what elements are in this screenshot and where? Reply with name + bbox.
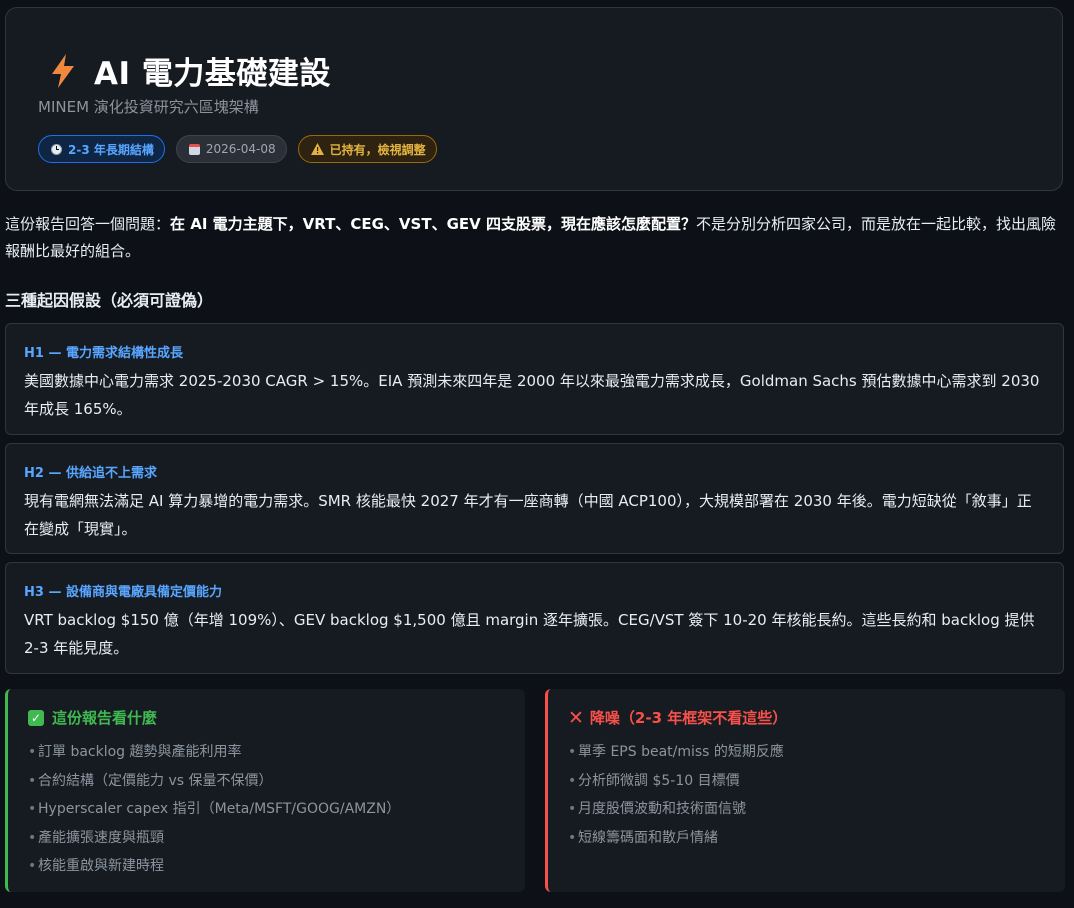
list-item: 訂單 backlog 趨勢與產能利用率 [28,738,505,767]
watch-list-title: ✓ 這份報告看什麼 [28,707,505,728]
list-item: 核能重啟與新建時程 [28,852,505,881]
status-badge: 已持有，檢視調整 [297,135,437,163]
hypothesis-label: H2 — 供給追不上需求 [24,466,157,481]
list-item: 合約結構（定價能力 vs 保量不保價） [28,767,505,796]
hypothesis-card-h2: H2 — 供給追不上需求 現有電網無法滿足 AI 算力暴增的電力需求。SMR 核… [5,443,1064,554]
watch-list-box: ✓ 這份報告看什麼 訂單 backlog 趨勢與產能利用率 合約結構（定價能力 … [5,689,525,892]
warning-icon [310,143,324,155]
page-subtitle: MINEM 演化投資研究六區塊架構 [38,98,259,116]
date-badge: 2026-04-08 [175,135,287,163]
check-box-icon: ✓ [28,709,44,726]
noise-filter-box: ✕ 降噪（2-3 年框架不看這些） 單季 EPS beat/miss 的短期反應… [545,689,1065,892]
noise-filter-title-label: 降噪（2-3 年框架不看這些） [589,709,788,727]
badge-row: 2-3 年長期結構 2026-04-08 已持有，檢視調整 [38,135,437,163]
report-header: AI 電力基礎建設 MINEM 演化投資研究六區塊架構 2-3 年長期結構 20… [5,7,1063,191]
watch-list: 訂單 backlog 趨勢與產能利用率 合約結構（定價能力 vs 保量不保價） … [28,738,505,881]
intro-question: 在 AI 電力主題下，VRT、CEG、VST、GEV 四支股票，現在應該怎麼配置… [170,215,696,233]
clock-icon [51,143,62,155]
hypothesis-label: H3 — 設備商與電廠具備定價能力 [24,585,222,600]
report-page: AI 電力基礎建設 MINEM 演化投資研究六區塊架構 2-3 年長期結構 20… [0,0,1074,908]
page-title: AI 電力基礎建設 [94,56,331,92]
status-badge-label: 已持有，檢視調整 [329,142,426,157]
horizon-badge-label: 2-3 年長期結構 [68,142,154,157]
hypothesis-label: H1 — 電力需求結構性成長 [24,346,183,361]
noise-list: 單季 EPS beat/miss 的短期反應 分析師微調 $5-10 目標價 月… [568,738,1045,852]
hypothesis-body: 現有電網無法滿足 AI 算力暴增的電力需求。SMR 核能最快 2027 年才有一… [24,492,1032,538]
calendar-icon [188,143,200,155]
intro-lead: 這份報告回答一個問題： [5,215,171,233]
hypotheses-heading: 三種起因假設（必須可證偽） [5,291,214,310]
horizon-badge: 2-3 年長期結構 [38,135,165,163]
list-item: Hyperscaler capex 指引（Meta/MSFT/GOOG/AMZN… [28,795,505,824]
title-row: AI 電力基礎建設 [50,48,331,93]
date-badge-label: 2026-04-08 [205,142,276,156]
list-item: 分析師微調 $5-10 目標價 [568,767,1045,796]
list-item: 單季 EPS beat/miss 的短期反應 [568,738,1045,767]
hypothesis-body: VRT backlog $150 億（年增 109%）、GEV backlog … [24,611,1035,657]
hypothesis-body: 美國數據中心電力需求 2025-2030 CAGR > 15%。EIA 預測未來… [24,372,1040,418]
list-item: 產能擴張速度與瓶頸 [28,824,505,853]
noise-filter-title: ✕ 降噪（2-3 年框架不看這些） [568,707,1045,728]
hypothesis-card-h3: H3 — 設備商與電廠具備定價能力 VRT backlog $150 億（年增 … [5,562,1064,674]
watch-list-title-label: 這份報告看什麼 [52,709,158,727]
hypothesis-card-h1: H1 — 電力需求結構性成長 美國數據中心電力需求 2025-2030 CAGR… [5,323,1064,435]
intro-paragraph: 這份報告回答一個問題：在 AI 電力主題下，VRT、CEG、VST、GEV 四支… [5,211,1060,265]
list-item: 短線籌碼面和散戶情緒 [568,824,1045,853]
list-item: 月度股價波動和技術面信號 [568,795,1045,824]
lightning-bolt-icon [52,53,74,88]
cross-icon: ✕ [568,706,584,729]
